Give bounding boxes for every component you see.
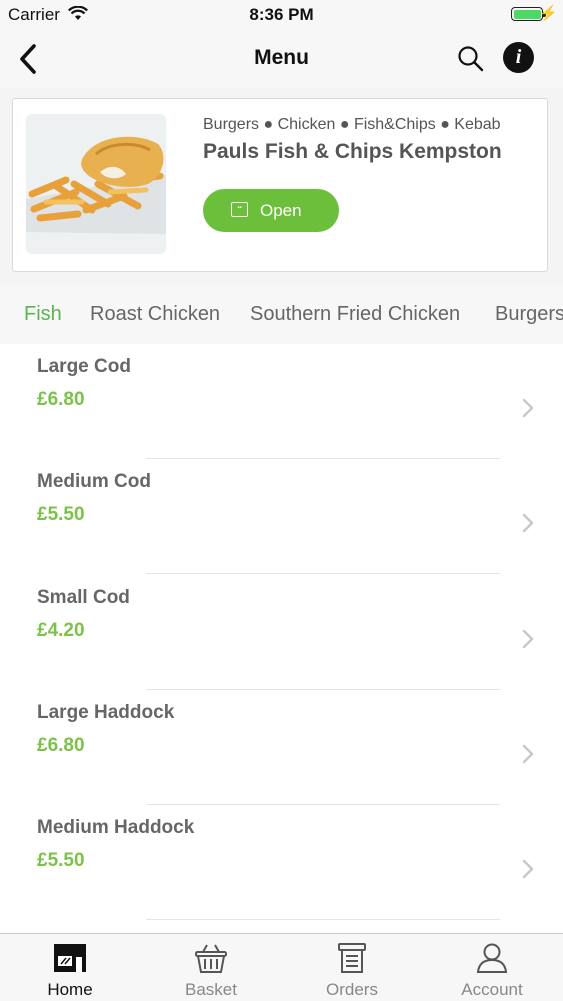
separator [146, 919, 500, 920]
restaurant-header: Burgers ● Chicken ● Fish&Chips ● Kebab P… [0, 88, 563, 284]
tab-fish[interactable]: Fish [24, 303, 62, 326]
tab-home-label: Home [47, 980, 93, 999]
menu-item-price: £5.50 [37, 850, 85, 871]
clock: 8:36 PM [249, 5, 314, 24]
tab-account[interactable]: Account [422, 934, 562, 1001]
chevron-right-icon [522, 859, 534, 879]
shop-sign-icon: ▪▪ [231, 202, 248, 217]
receipt-icon [338, 943, 366, 973]
search-icon[interactable] [455, 43, 487, 75]
tab-basket[interactable]: Basket [141, 934, 281, 1001]
restaurant-card: Burgers ● Chicken ● Fish&Chips ● Kebab P… [12, 98, 548, 272]
tab-basket-label: Basket [185, 980, 237, 999]
open-status-label: Open [260, 201, 302, 220]
navigation-bar: Menu i [0, 30, 563, 89]
battery-icon [511, 7, 543, 21]
status-bar: Carrier 8:36 PM ⚡ [0, 0, 563, 30]
info-icon[interactable]: i [503, 42, 534, 73]
tab-account-label: Account [461, 980, 523, 999]
restaurant-name: Pauls Fish & Chips Kempston [203, 140, 502, 163]
menu-item-price: £4.20 [37, 620, 85, 641]
tab-bar: Home Basket Orders Account [0, 933, 563, 1001]
tab-orders-label: Orders [326, 980, 378, 999]
menu-item[interactable]: Medium Cod £5.50 [0, 459, 563, 574]
tab-burgers[interactable]: Burgers [495, 303, 563, 326]
menu-item-name: Large Haddock [37, 702, 175, 723]
menu-item-name: Small Cod [37, 587, 130, 608]
menu-item[interactable]: Large Cod £6.80 [0, 344, 563, 459]
menu-item-price: £6.80 [37, 735, 85, 756]
restaurant-photo [26, 114, 166, 254]
separator [146, 573, 500, 574]
menu-item-name: Medium Cod [37, 471, 151, 492]
menu-item[interactable]: Medium Haddock £5.50 [0, 805, 563, 920]
open-status-button[interactable]: ▪▪ Open [203, 189, 339, 232]
chevron-right-icon [522, 744, 534, 764]
shop-icon [54, 944, 86, 972]
restaurant-categories: Burgers ● Chicken ● Fish&Chips ● Kebab [203, 116, 501, 133]
menu-item-price: £5.50 [37, 504, 85, 525]
menu-item[interactable]: Small Cod £4.20 [0, 575, 563, 690]
basket-icon [195, 944, 227, 973]
chevron-right-icon [522, 629, 534, 649]
charging-icon: ⚡ [539, 5, 558, 22]
category-tabs: Fish Roast Chicken Southern Fried Chicke… [0, 284, 563, 344]
menu-item[interactable]: Large Haddock £6.80 [0, 690, 563, 805]
menu-item-name: Large Cod [37, 356, 131, 377]
tab-southern-fried-chicken[interactable]: Southern Fried Chicken [250, 303, 460, 326]
tab-home[interactable]: Home [0, 934, 140, 1001]
tab-roast-chicken[interactable]: Roast Chicken [90, 303, 220, 326]
chevron-right-icon [522, 513, 534, 533]
menu-item-name: Medium Haddock [37, 817, 195, 838]
tab-orders[interactable]: Orders [282, 934, 422, 1001]
person-icon [476, 943, 508, 973]
menu-item-price: £6.80 [37, 389, 85, 410]
chevron-right-icon [522, 398, 534, 418]
